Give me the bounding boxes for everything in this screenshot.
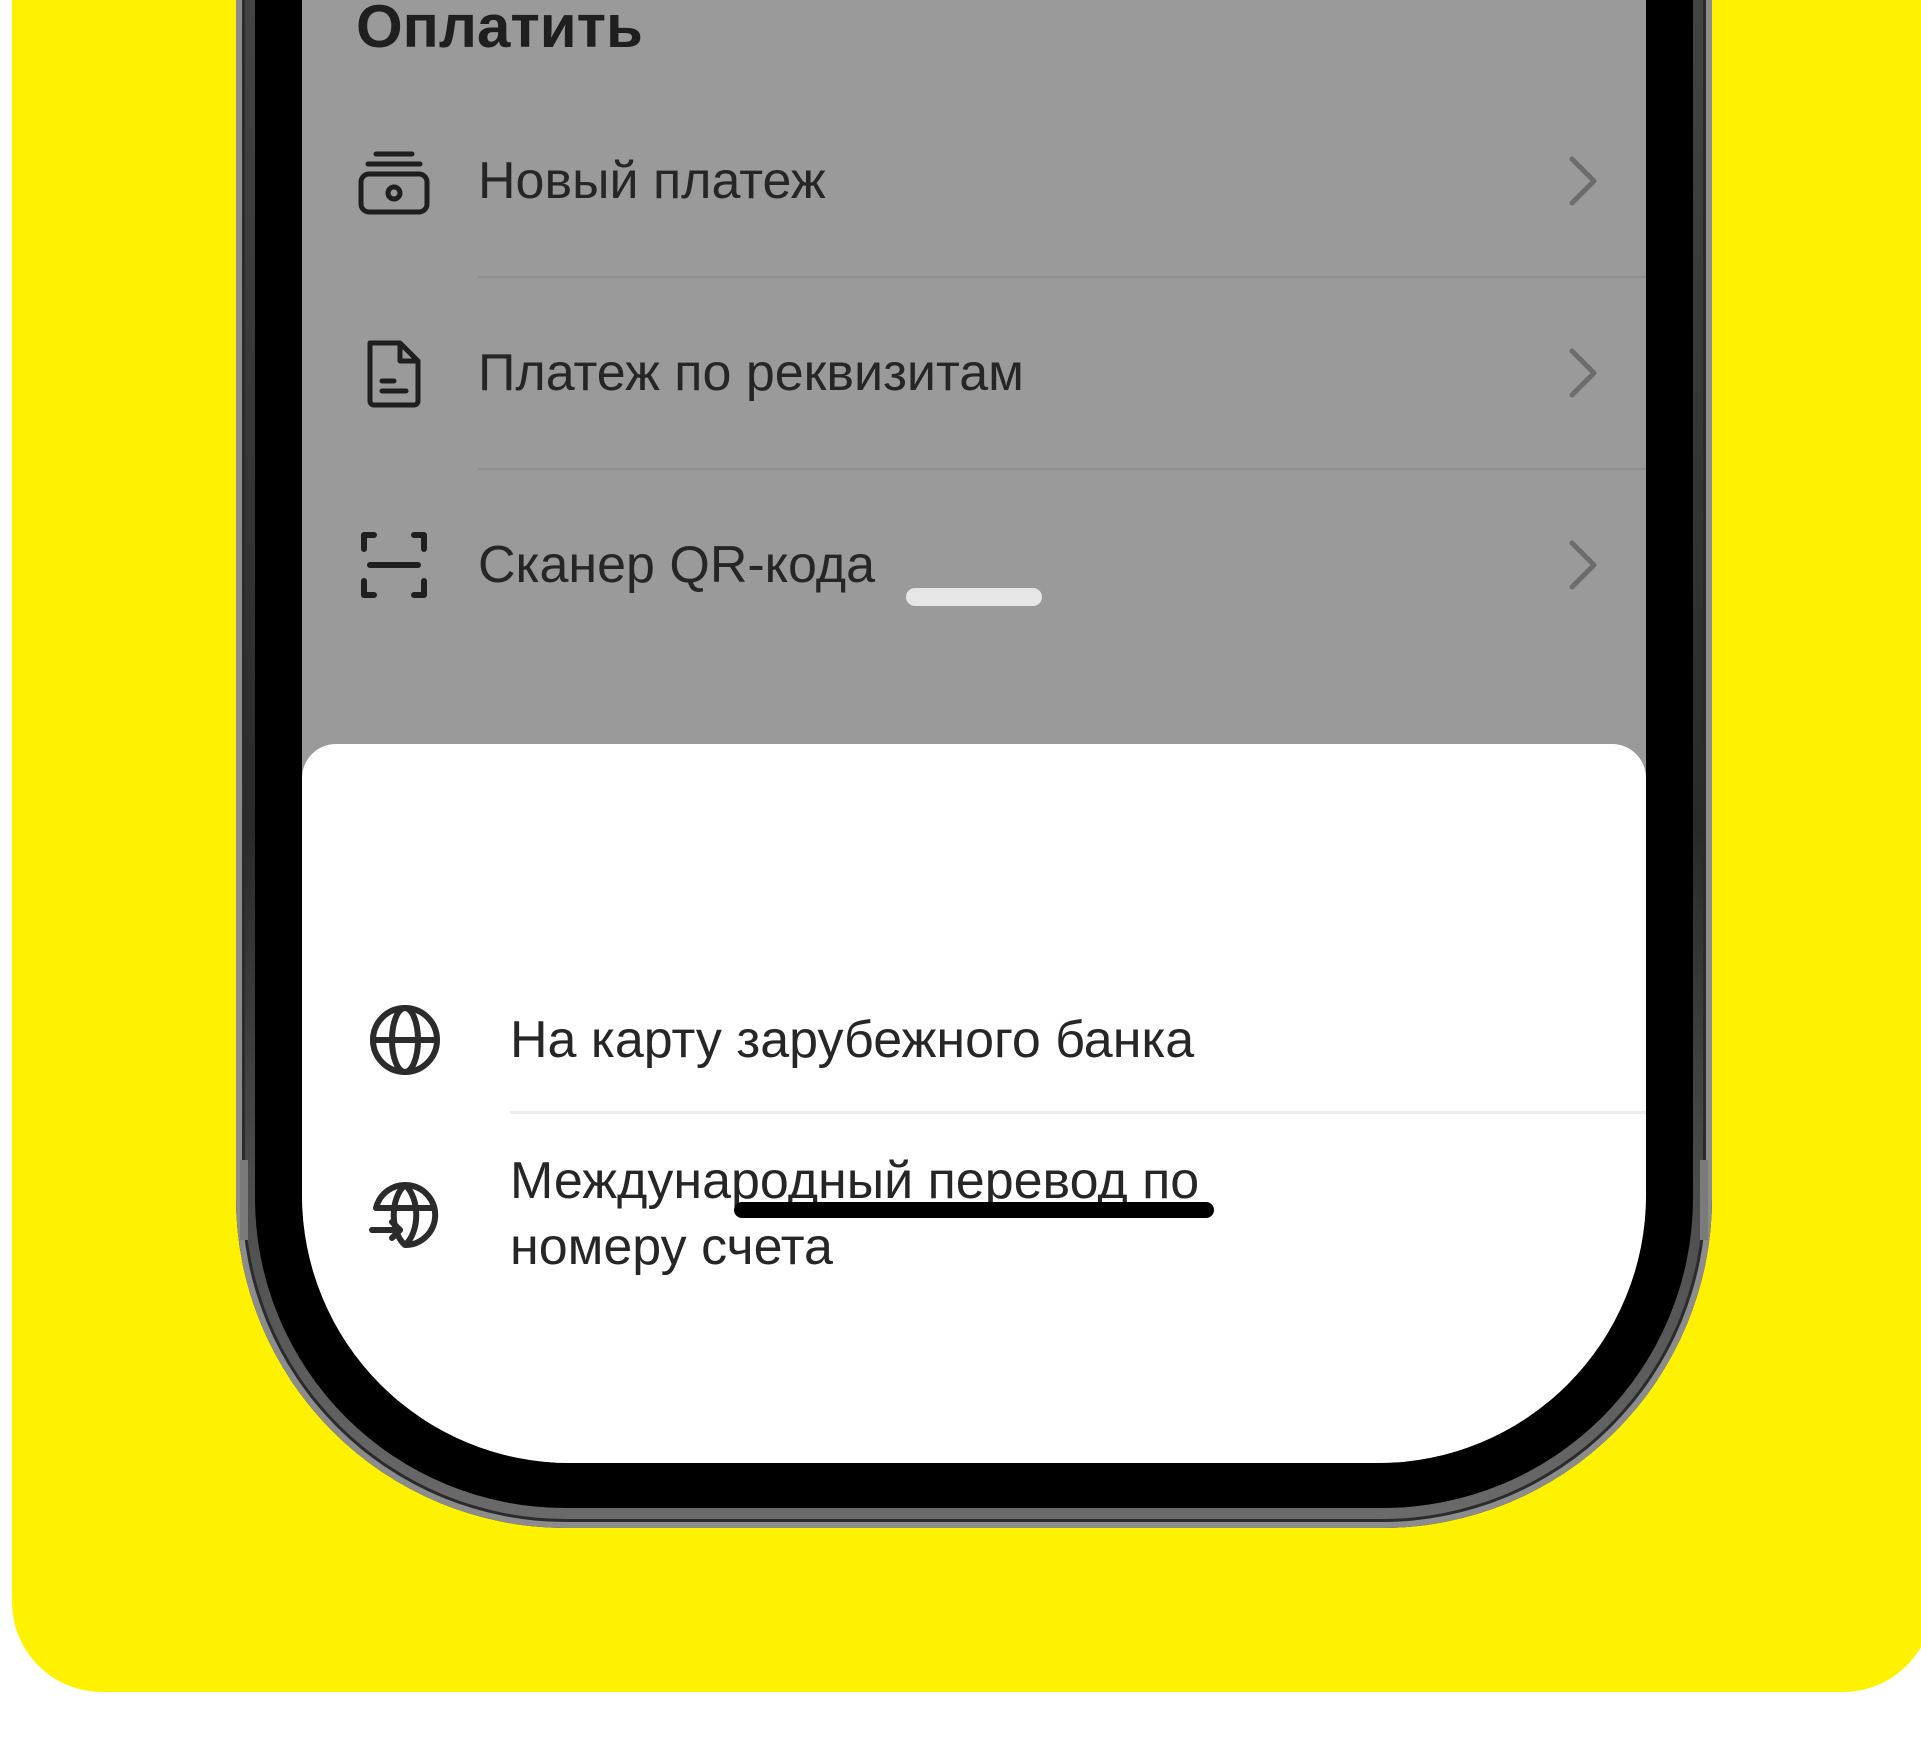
menu-item-label: Новый платеж [478, 152, 826, 210]
side-button [1700, 1160, 1708, 1240]
document-icon [367, 340, 421, 408]
menu-item-new-payment[interactable]: Новый платеж [302, 85, 1646, 277]
sheet-item-label: На карту зарубежного банка [510, 1011, 1195, 1069]
chevron-right-icon [1569, 540, 1597, 590]
globe-transfer-icon [369, 1182, 439, 1249]
sheet-item-foreign-card[interactable]: На карту зарубежного банка [302, 970, 1646, 1110]
chevron-right-icon [1569, 156, 1597, 206]
home-indicator[interactable] [734, 1202, 1214, 1218]
menu-item-label: Сканер QR-кода [478, 536, 876, 594]
chevron-right-icon [1569, 348, 1597, 398]
qr-scanner-icon [361, 532, 427, 598]
menu-item-payment-by-details[interactable]: Платеж по реквизитам [302, 277, 1646, 469]
page-title: Оплатить [356, 0, 643, 60]
menu-item-qr-scanner[interactable]: Сканер QR-кода [302, 469, 1646, 661]
wallet-icon [358, 151, 430, 215]
globe-icon [370, 1005, 440, 1075]
side-button [240, 1160, 248, 1240]
phone-screen: Оплатить Новый платеж Платеж по реквизит… [302, 0, 1646, 1463]
menu-item-label: Платеж по реквизитам [478, 344, 1024, 402]
sheet-grabber[interactable] [906, 588, 1042, 606]
